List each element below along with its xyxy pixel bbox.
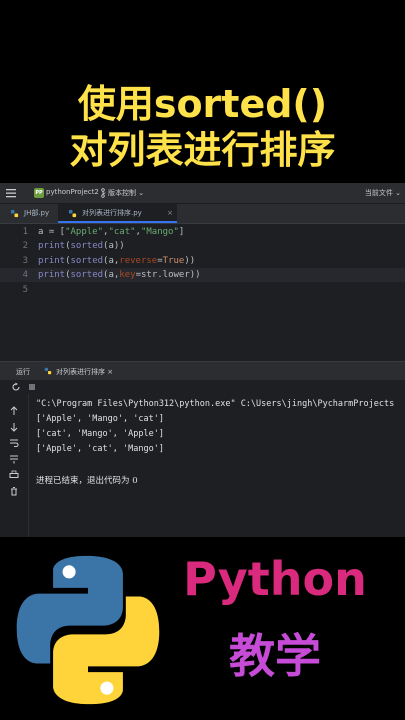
- brand-python: Python: [183, 552, 367, 606]
- python-logo: [16, 555, 160, 705]
- console-line: ['Apple', 'cat', 'Mango']: [36, 444, 164, 454]
- console-line: "C:\Program Files\Python312\python.exe" …: [36, 399, 395, 409]
- code-token: True: [162, 256, 185, 266]
- line-number: 5: [22, 285, 28, 295]
- scroll-end-icon[interactable]: [9, 454, 19, 464]
- close-icon[interactable]: ×: [167, 204, 173, 223]
- code-token: "Apple": [65, 227, 104, 237]
- code-token: )): [184, 256, 196, 266]
- title-bar: PP pythonProject2 ⌄ 版本控制 ⌄ 当前文件 ⌄: [0, 183, 405, 204]
- branch-icon: [101, 188, 105, 198]
- run-config-selector[interactable]: 当前文件 ⌄: [365, 188, 401, 198]
- trash-icon[interactable]: [9, 486, 19, 496]
- hamburger-menu-icon[interactable]: [6, 187, 16, 199]
- code-line-3[interactable]: print(sorted(a,reverse=True)): [38, 256, 195, 266]
- code-token: ]: [178, 227, 185, 237]
- code-line-2[interactable]: print(sorted(a)): [38, 241, 125, 251]
- run-tab[interactable]: 对列表进行排序 ×: [56, 367, 113, 377]
- project-selector[interactable]: pythonProject2 ⌄: [46, 188, 107, 196]
- soft-wrap-icon[interactable]: [9, 438, 19, 448]
- code-token: sorted: [70, 241, 104, 251]
- code-token: =str.lower)): [135, 270, 201, 280]
- python-file-icon: [44, 367, 52, 375]
- print-icon[interactable]: [9, 470, 19, 480]
- run-side-toolbar: [0, 394, 29, 537]
- brand-teaching: 教学: [229, 629, 321, 683]
- vcs-menu[interactable]: 版本控制 ⌄: [108, 188, 144, 198]
- tab-label: 对列表进行排序.py: [82, 209, 142, 217]
- code-token: print: [38, 241, 66, 251]
- stop-icon[interactable]: [27, 382, 37, 392]
- tab-label: JH部.py: [24, 209, 50, 217]
- code-token: a = [: [38, 227, 66, 237]
- code-token: key: [119, 270, 136, 280]
- headline-line-1: 使用sorted(): [77, 82, 328, 126]
- code-token: "Mango": [140, 227, 179, 237]
- code-line-1[interactable]: a = ["Apple","cat","Mango"]: [38, 227, 184, 237]
- process-exit-message: 进程已结束，退出代码为 0: [36, 476, 138, 486]
- line-number: 3: [22, 256, 28, 266]
- line-number: 1: [22, 227, 28, 237]
- code-line-4[interactable]: print(sorted(a,key=str.lower)): [38, 270, 201, 280]
- run-panel-title: 运行: [16, 368, 30, 376]
- editor-tab-bar: JH部.py 对列表进行排序.py ×: [0, 204, 405, 224]
- code-token: sorted: [70, 270, 104, 280]
- code-token: (a,: [103, 256, 120, 266]
- code-editor[interactable]: 1 2 3 4 5 a = ["Apple","cat","Mango"] pr…: [0, 224, 405, 359]
- tab-sort-list-file[interactable]: 对列表进行排序.py ×: [58, 204, 177, 223]
- python-file-icon: [10, 209, 19, 218]
- run-toolbar: [0, 380, 405, 394]
- console-line: ['Apple', 'Mango', 'cat']: [36, 414, 164, 424]
- code-token: (a,: [103, 270, 120, 280]
- run-panel-header: 运行 对列表进行排序 ×: [0, 361, 405, 380]
- rerun-icon[interactable]: [11, 382, 21, 392]
- down-arrow-icon[interactable]: [9, 422, 19, 432]
- python-file-icon: [68, 209, 77, 218]
- line-number: 4: [22, 270, 28, 280]
- ide-window: PP pythonProject2 ⌄ 版本控制 ⌄ 当前文件 ⌄ JH部.py…: [0, 183, 405, 537]
- line-number: 2: [22, 241, 28, 251]
- up-arrow-icon[interactable]: [9, 406, 19, 416]
- code-token: print: [38, 256, 66, 266]
- code-token: reverse: [119, 256, 158, 266]
- tab-jh-file[interactable]: JH部.py: [0, 204, 60, 223]
- console-line: ['cat', 'Mango', 'Apple']: [36, 429, 164, 439]
- code-token: (a)): [103, 241, 125, 251]
- code-token: "cat": [108, 227, 136, 237]
- code-token: print: [38, 270, 66, 280]
- code-token: sorted: [70, 256, 104, 266]
- project-badge[interactable]: PP: [34, 188, 44, 198]
- headline-line-2: 对列表进行排序: [69, 128, 336, 172]
